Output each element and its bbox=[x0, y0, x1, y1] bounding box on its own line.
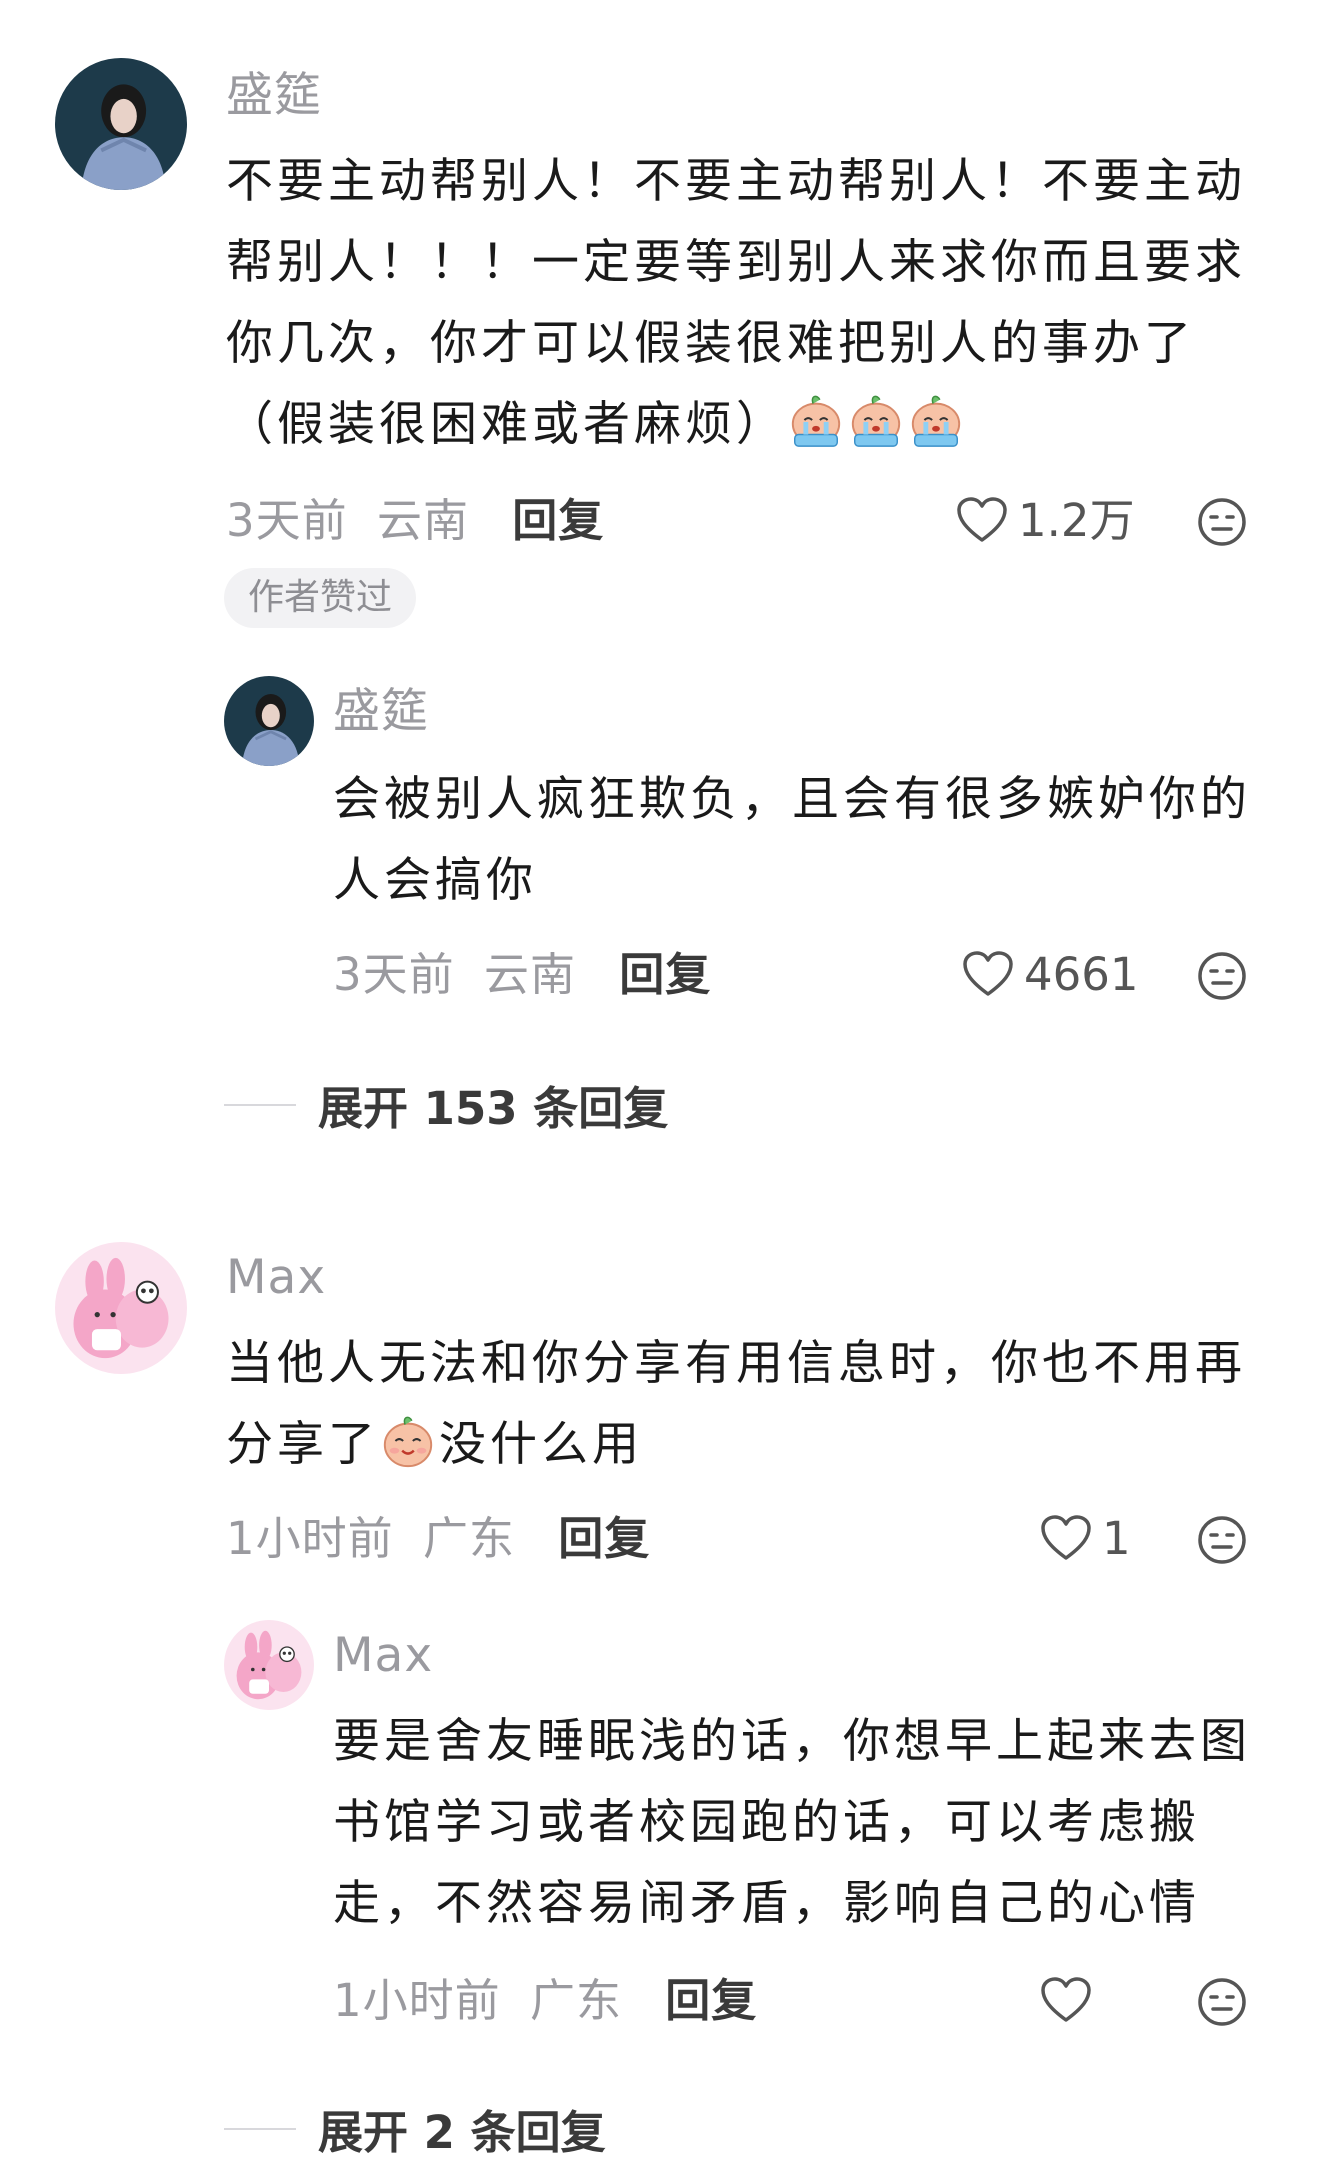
heart-outline-icon bbox=[1040, 1514, 1092, 1562]
reply-meta: 1小时前 广东 回复 bbox=[333, 1978, 757, 2023]
expand-replies-button[interactable]: 展开 153 条回复 bbox=[224, 1072, 668, 1137]
reply-meta: 3天前 云南 回复 bbox=[333, 952, 711, 997]
reply-button[interactable]: 回复 bbox=[512, 494, 604, 547]
reply-text: 要是舍友睡眠浅的话，你想早上起来去图 书馆学习或者校园跑的话，可以考虑搬 走，不… bbox=[333, 1701, 1251, 1944]
divider bbox=[224, 2127, 296, 2130]
comment-text-line: 帮别人！！！一定要等到别人来求你而且要求 bbox=[226, 235, 1246, 290]
comment-location: 云南 bbox=[376, 494, 469, 547]
heart-outline-icon bbox=[1040, 1976, 1092, 2024]
reply-location: 云南 bbox=[483, 948, 576, 1001]
avatar[interactable] bbox=[224, 676, 314, 766]
like-count: 1.2万 bbox=[1018, 493, 1135, 547]
like-count: 1 bbox=[1102, 1511, 1131, 1565]
comment-text-segment: 没什么用 bbox=[439, 1417, 643, 1472]
comment-username[interactable]: 盛筵 bbox=[226, 72, 322, 119]
reply-time: 3天前 bbox=[333, 948, 455, 1001]
neutral-face-icon[interactable] bbox=[1196, 1514, 1248, 1566]
crying-face-emoji bbox=[787, 392, 845, 450]
expand-replies-label: 展开 153 条回复 bbox=[318, 1082, 669, 1135]
neutral-face-icon[interactable] bbox=[1196, 950, 1248, 1002]
crying-face-emoji bbox=[847, 392, 905, 450]
crying-face-emoji bbox=[907, 392, 965, 450]
like-button[interactable]: 1 bbox=[1040, 1514, 1131, 1562]
comment-text-line: （假装很困难或者麻烦） bbox=[226, 384, 1246, 465]
like-button[interactable] bbox=[1040, 1976, 1102, 2024]
like-button[interactable]: 1.2万 bbox=[956, 496, 1135, 544]
reply-button[interactable]: 回复 bbox=[619, 948, 711, 1001]
reply-text-line: 走，不然容易闹矛盾，影响自己的心情 bbox=[333, 1876, 1200, 1931]
avatar[interactable] bbox=[224, 1620, 314, 1710]
reply-text-line: 人会搞你 bbox=[333, 853, 537, 908]
comment-username[interactable]: Max bbox=[226, 1254, 326, 1301]
reply-username[interactable]: 盛筵 bbox=[333, 688, 429, 735]
comment-text-segment: （假装很困难或者麻烦） bbox=[226, 397, 787, 452]
reply-text-line: 要是舍友睡眠浅的话，你想早上起来去图 bbox=[333, 1714, 1251, 1769]
comment-text-segment: 分享了 bbox=[226, 1417, 379, 1472]
reply-username[interactable]: Max bbox=[333, 1632, 433, 1679]
author-liked-badge: 作者赞过 bbox=[224, 568, 417, 628]
like-button[interactable]: 4661 bbox=[962, 950, 1139, 998]
avatar[interactable] bbox=[55, 1242, 187, 1374]
heart-outline-icon bbox=[962, 950, 1014, 998]
smiling-face-emoji bbox=[379, 1412, 437, 1470]
comment-text-line: 当他人无法和你分享有用信息时，你也不用再 bbox=[226, 1336, 1246, 1391]
reply-location: 广东 bbox=[529, 1974, 622, 2027]
reply-text-line: 书馆学习或者校园跑的话，可以考虑搬 bbox=[333, 1795, 1200, 1850]
neutral-face-icon[interactable] bbox=[1196, 1976, 1248, 2028]
comment-meta: 3天前 云南 回复 bbox=[226, 498, 604, 543]
reply-button[interactable]: 回复 bbox=[558, 1512, 650, 1565]
comment-text-line: 不要主动帮别人！不要主动帮别人！不要主动 bbox=[226, 154, 1246, 209]
comment-text: 不要主动帮别人！不要主动帮别人！不要主动 帮别人！！！一定要等到别人来求你而且要… bbox=[226, 141, 1246, 465]
heart-outline-icon bbox=[956, 496, 1008, 544]
reply-time: 1小时前 bbox=[333, 1974, 501, 2027]
neutral-face-icon[interactable] bbox=[1196, 496, 1248, 548]
comment-text-line: 分享了 没什么用 bbox=[226, 1404, 1246, 1485]
divider bbox=[224, 1103, 296, 1106]
expand-replies-label: 展开 2 条回复 bbox=[318, 2106, 606, 2159]
comment-text: 当他人无法和你分享有用信息时，你也不用再 分享了 没什么用 bbox=[226, 1323, 1246, 1485]
comment-location: 广东 bbox=[422, 1512, 515, 1565]
reply-text-line: 会被别人疯狂欺负，且会有很多嫉妒你的 bbox=[333, 772, 1251, 827]
reply-text: 会被别人疯狂欺负，且会有很多嫉妒你的 人会搞你 bbox=[333, 759, 1251, 921]
comment-meta: 1小时前 广东 回复 bbox=[226, 1516, 650, 1561]
reply-button[interactable]: 回复 bbox=[665, 1974, 757, 2027]
comment-time: 1小时前 bbox=[226, 1512, 394, 1565]
comment-text-line: 你几次，你才可以假装很难把别人的事办了 bbox=[226, 316, 1195, 371]
expand-replies-button[interactable]: 展开 2 条回复 bbox=[224, 2096, 606, 2161]
like-count: 4661 bbox=[1024, 947, 1139, 1001]
avatar[interactable] bbox=[55, 58, 187, 190]
comment-time: 3天前 bbox=[226, 494, 348, 547]
